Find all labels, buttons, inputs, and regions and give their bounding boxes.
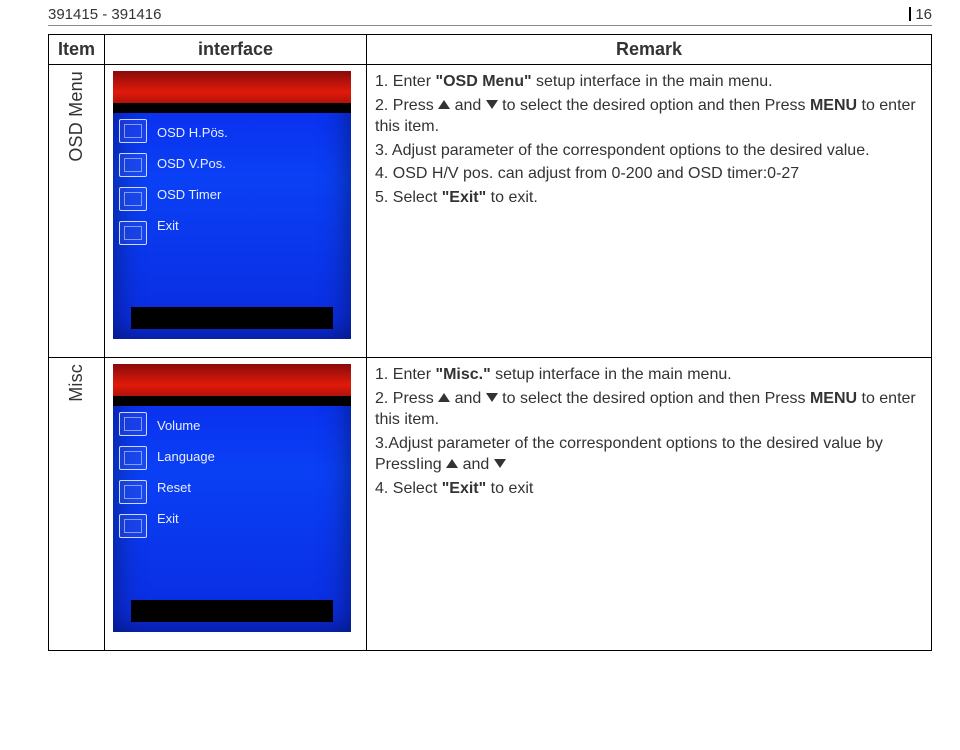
- osd-sidebar-icon: [119, 412, 147, 436]
- down-arrow-icon: [486, 100, 498, 109]
- osd-top-band: [113, 364, 351, 406]
- table-header-row: Item interface Remark: [49, 35, 932, 65]
- osd-items: Volume Language Reset Exit: [157, 418, 343, 526]
- osd-bottom-bar: [131, 307, 333, 329]
- remark-line: 5. Select "Exit" to exit.: [375, 187, 923, 209]
- osd-item: OSD Timer: [157, 187, 343, 202]
- osd-sidebar-icon: [119, 446, 147, 470]
- page-number: 16: [909, 6, 932, 23]
- osd-item: Reset: [157, 480, 343, 495]
- osd-item: Language: [157, 449, 343, 464]
- osd-item: OSD V.Pos.: [157, 156, 343, 171]
- interface-cell: Volume Language Reset Exit: [105, 358, 367, 651]
- remark-line: 1. Enter "OSD Menu" setup interface in t…: [375, 71, 923, 93]
- item-cell: Misc: [49, 358, 105, 651]
- osd-screenshot: Volume Language Reset Exit: [113, 364, 351, 632]
- remark-line: 4. Select "Exit" to exit: [375, 478, 923, 500]
- remark-cell: 1. Enter "OSD Menu" setup interface in t…: [367, 65, 932, 358]
- remark-line: 3. Adjust parameter of the correspondent…: [375, 140, 923, 162]
- osd-sidebar: [119, 119, 149, 311]
- remark-line: 2. Press and to select the desired optio…: [375, 388, 923, 431]
- osd-item: Exit: [157, 218, 343, 233]
- osd-sidebar-icon: [119, 153, 147, 177]
- manual-table: Item interface Remark OSD Menu: [48, 34, 932, 651]
- down-arrow-icon: [486, 393, 498, 402]
- item-label: Misc: [66, 364, 87, 532]
- page-header: 391415 - 391416 16: [48, 6, 932, 26]
- osd-sidebar-icon: [119, 221, 147, 245]
- down-arrow-icon: [494, 459, 506, 468]
- col-remark: Remark: [367, 35, 932, 65]
- up-arrow-icon: [438, 100, 450, 109]
- item-cell: OSD Menu: [49, 65, 105, 358]
- remark-line: 3.Adjust parameter of the correspondent …: [375, 433, 923, 476]
- item-label: OSD Menu: [66, 71, 87, 262]
- col-item: Item: [49, 35, 105, 65]
- remark-line: 1. Enter "Misc." setup interface in the …: [375, 364, 923, 386]
- osd-sidebar: [119, 412, 149, 604]
- col-interface: interface: [105, 35, 367, 65]
- remark-line: 2. Press and to select the desired optio…: [375, 95, 923, 138]
- osd-item: Volume: [157, 418, 343, 433]
- osd-screenshot: OSD H.Pös. OSD V.Pos. OSD Timer Exit: [113, 71, 351, 339]
- interface-cell: OSD H.Pös. OSD V.Pos. OSD Timer Exit: [105, 65, 367, 358]
- up-arrow-icon: [438, 393, 450, 402]
- table-row: Misc Volume Language Reset Exit: [49, 358, 932, 651]
- remark-line: 4. OSD H/V pos. can adjust from 0-200 an…: [375, 163, 923, 185]
- osd-bottom-bar: [131, 600, 333, 622]
- osd-sidebar-icon: [119, 187, 147, 211]
- up-arrow-icon: [446, 459, 458, 468]
- osd-item: OSD H.Pös.: [157, 125, 343, 140]
- remark-cell: 1. Enter "Misc." setup interface in the …: [367, 358, 932, 651]
- doc-range: 391415 - 391416: [48, 6, 161, 23]
- table-row: OSD Menu OSD H.Pös. OSD V.Pos. OSD Timer: [49, 65, 932, 358]
- osd-sidebar-icon: [119, 514, 147, 538]
- osd-top-band: [113, 71, 351, 113]
- osd-items: OSD H.Pös. OSD V.Pos. OSD Timer Exit: [157, 125, 343, 233]
- osd-sidebar-icon: [119, 119, 147, 143]
- osd-sidebar-icon: [119, 480, 147, 504]
- osd-item: Exit: [157, 511, 343, 526]
